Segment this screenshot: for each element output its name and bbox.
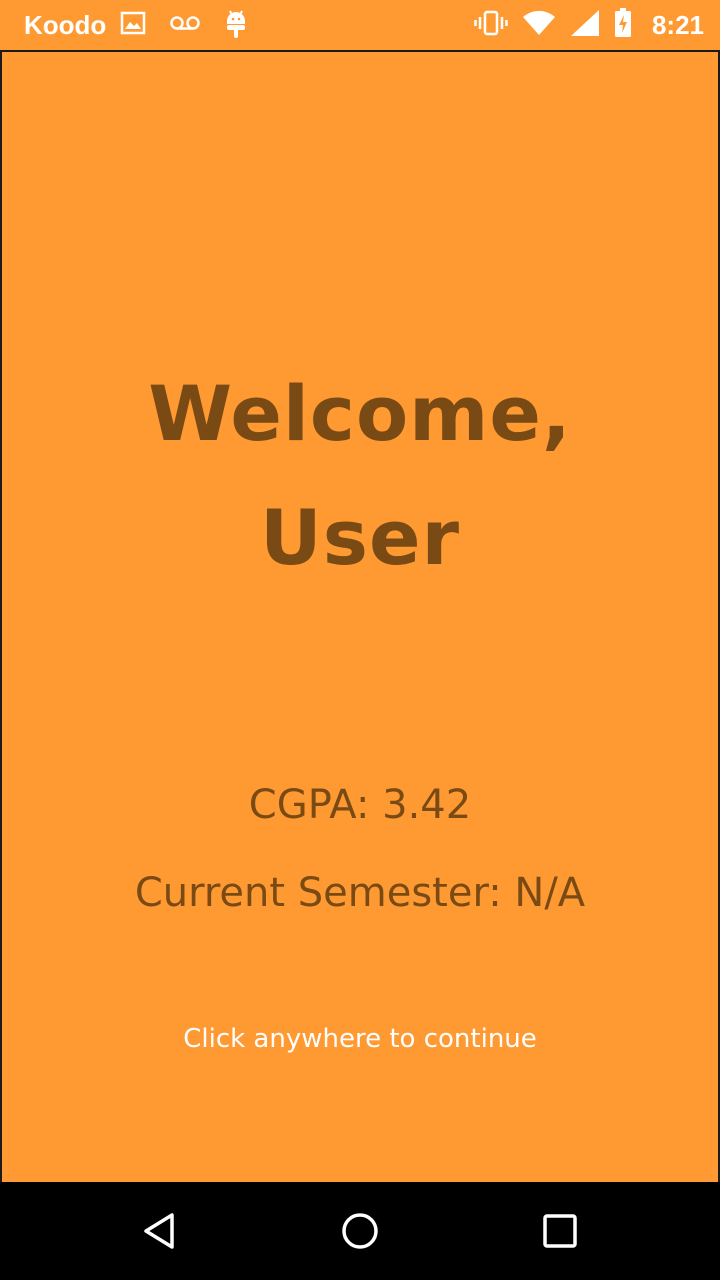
home-icon xyxy=(342,1213,378,1249)
clock: 8:21 xyxy=(651,9,704,40)
signal-icon xyxy=(570,9,600,42)
current-semester-label: Current Semester: N/A xyxy=(134,870,586,916)
battery-charging-icon xyxy=(614,7,632,43)
home-button[interactable] xyxy=(340,1211,380,1251)
vibrate-icon xyxy=(474,10,508,41)
recents-icon xyxy=(543,1214,577,1248)
continue-hint: Click anywhere to continue xyxy=(183,1024,537,1054)
carrier-name: Koodo xyxy=(24,9,107,40)
wifi-icon xyxy=(522,10,556,41)
image-icon xyxy=(120,11,146,40)
welcome-greeting: Welcome, xyxy=(148,369,572,458)
welcome-title: Welcome, User xyxy=(2,352,718,600)
back-button[interactable] xyxy=(140,1211,180,1251)
navigation-bar xyxy=(0,1182,720,1280)
cgpa-label: CGPA: 3.42 xyxy=(248,782,472,828)
welcome-username: User xyxy=(260,493,460,582)
back-icon xyxy=(144,1213,174,1249)
voicemail-icon xyxy=(170,15,201,36)
recents-button[interactable] xyxy=(540,1211,580,1251)
android-icon xyxy=(224,7,248,44)
status-bar: Koodo 8:21 xyxy=(0,0,720,50)
welcome-screen[interactable]: Welcome, User CGPA: 3.42 Current Semeste… xyxy=(0,50,720,1182)
